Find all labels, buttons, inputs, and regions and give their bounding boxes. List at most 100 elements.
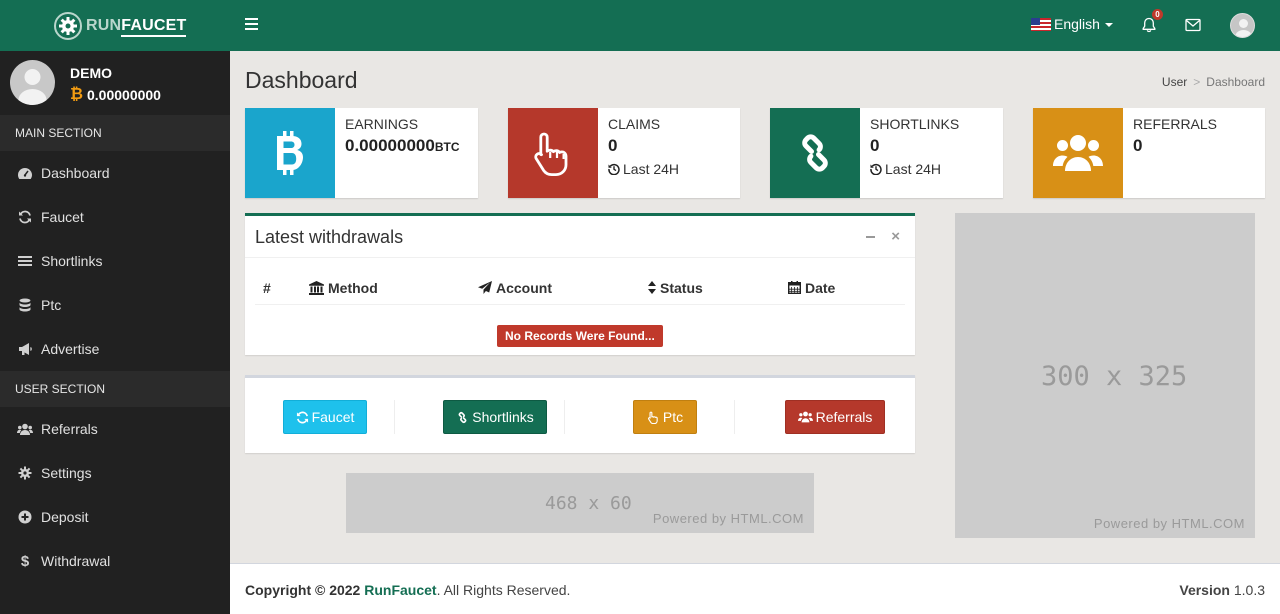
col-status: Status [640, 272, 780, 305]
sidebar-item-deposit[interactable]: Deposit [0, 495, 230, 539]
sidebar-item-dashboard[interactable]: Dashboard [0, 151, 230, 195]
referrals-button[interactable]: Referrals [785, 400, 885, 434]
sidebar-item-shortlinks[interactable]: Shortlinks [0, 239, 230, 283]
version-number: 1.0.3 [1233, 582, 1265, 598]
language-selector[interactable]: English [1031, 16, 1113, 32]
footer-brand-link[interactable]: RunFaucet [364, 582, 436, 598]
breadcrumb-dashboard: Dashboard [1206, 75, 1265, 89]
breadcrumb-user[interactable]: User [1162, 75, 1187, 89]
shortlinks-stat-box: SHORTLINKS 0 Last 24H [770, 108, 1003, 198]
link-icon [770, 108, 860, 198]
col-date: Date [780, 272, 905, 305]
database-icon [17, 297, 33, 313]
shortlinks-sub: Last 24H [870, 161, 959, 177]
logo-faucet: FAUCET [121, 17, 187, 37]
claims-value: 0 [608, 136, 618, 155]
sidebar-item-label: Withdrawal [41, 553, 111, 569]
users-icon [1033, 108, 1123, 198]
balance-value: 0.00000000 [87, 87, 161, 103]
ad-banner-size: 468 x 60 [545, 493, 632, 514]
earnings-amount: 0.00000000 [345, 136, 435, 155]
col-method: Method [301, 272, 470, 305]
users-icon [797, 411, 813, 423]
col-date-label: Date [805, 279, 836, 296]
close-icon[interactable]: × [891, 228, 900, 245]
breadcrumb: User > Dashboard [1161, 75, 1265, 89]
logo[interactable]: RUNFAUCET [54, 12, 187, 40]
claims-stat-box: CLAIMS 0 Last 24H [508, 108, 740, 198]
user-name: DEMO [70, 65, 112, 81]
bitcoin-icon [245, 108, 335, 198]
claims-label: CLAIMS [608, 116, 661, 132]
bullhorn-icon [17, 341, 33, 357]
ad-box-300x325[interactable]: 300 x 325 Powered by HTML.COM [955, 213, 1255, 538]
logo-text: RUNFAUCET [86, 17, 187, 37]
referrals-button-label: Referrals [815, 409, 873, 425]
paper-plane-icon [478, 281, 492, 295]
shortlinks-button-label: Shortlinks [472, 409, 534, 425]
shortlinks-button[interactable]: Shortlinks [443, 400, 547, 434]
hand-pointer-icon [647, 411, 658, 424]
sort-icon [648, 281, 656, 295]
footer-copyright: Copyright © 2022 RunFaucet. All Rights R… [245, 582, 570, 598]
ad-banner-468x60[interactable]: 468 x 60 Powered by HTML.COM [346, 473, 814, 533]
referrals-text: REFERRALS 0 [1133, 116, 1217, 156]
ad-box-size: 300 x 325 [1041, 361, 1188, 392]
col-account: Account [470, 272, 640, 305]
box-title: Latest withdrawals [255, 227, 404, 247]
sidebar-item-advertise[interactable]: Advertise [0, 327, 230, 371]
sidebar-item-settings[interactable]: Settings [0, 451, 230, 495]
language-label: English [1054, 16, 1100, 32]
refresh-icon [296, 411, 308, 423]
sidebar-item-label: Ptc [41, 297, 62, 313]
sidebar-toggle-icon[interactable] [245, 18, 258, 30]
shortlinks-text: SHORTLINKS 0 Last 24H [870, 116, 959, 177]
sidebar-item-referrals[interactable]: Referrals [0, 407, 230, 451]
ad-box-powered: Powered by HTML.COM [1093, 516, 1245, 531]
claims-sub: Last 24H [608, 161, 679, 177]
earnings-text: EARNINGS 0.00000000BTC [345, 116, 460, 156]
notification-badge: 0 [1152, 9, 1163, 20]
dashboard-icon [17, 165, 33, 181]
page-title: Dashboard [245, 67, 358, 93]
earnings-label: EARNINGS [345, 116, 419, 132]
sidebar-item-label: Deposit [41, 509, 89, 525]
sidebar-item-label: Referrals [41, 421, 98, 437]
col-status-label: Status [660, 279, 703, 296]
ptc-button-label: Ptc [662, 409, 684, 425]
claims-text: CLAIMS 0 Last 24H [608, 116, 679, 177]
faucet-button[interactable]: Faucet [283, 400, 367, 434]
referrals-value: 0 [1133, 136, 1143, 155]
top-navbar: RUNFAUCET English 0 [0, 0, 1280, 51]
bars-icon [17, 253, 33, 269]
gear-icon [17, 465, 33, 481]
chevron-down-icon [1104, 23, 1113, 27]
latest-withdrawals-box: Latest withdrawals × # Method Account St… [245, 213, 915, 355]
footer-rights: . All Rights Reserved. [436, 582, 571, 598]
collapse-icon[interactable] [866, 236, 875, 238]
sidebar-item-faucet[interactable]: Faucet [0, 195, 230, 239]
refresh-icon [17, 209, 33, 225]
bank-icon [309, 280, 324, 295]
box-header: Latest withdrawals × [245, 216, 915, 258]
copyright-prefix: Copyright © 2022 [245, 582, 361, 598]
shortlinks-value: 0 [870, 136, 880, 155]
plus-circle-icon [17, 509, 33, 525]
dollar-icon: $ [20, 552, 30, 570]
sidebar-item-ptc[interactable]: Ptc [0, 283, 230, 327]
ptc-button[interactable]: Ptc [633, 400, 697, 434]
version-label: Version [1179, 582, 1230, 598]
earnings-stat-box: EARNINGS 0.00000000BTC [245, 108, 478, 198]
footer-version: Version 1.0.3 [1179, 582, 1265, 598]
sidebar-item-label: Advertise [41, 341, 100, 357]
us-flag-icon [1031, 17, 1051, 31]
logo-run: RUN [86, 17, 122, 34]
claims-sub-label: Last 24H [623, 161, 680, 177]
earnings-unit: BTC [434, 140, 460, 154]
sidebar-item-label: Shortlinks [41, 253, 103, 269]
avatar [10, 60, 55, 105]
earnings-value: 0.00000000BTC [345, 136, 460, 156]
envelope-icon[interactable] [1185, 18, 1201, 32]
sidebar-item-withdrawal[interactable]: $ Withdrawal [0, 539, 230, 583]
user-avatar-menu[interactable] [1230, 13, 1255, 38]
